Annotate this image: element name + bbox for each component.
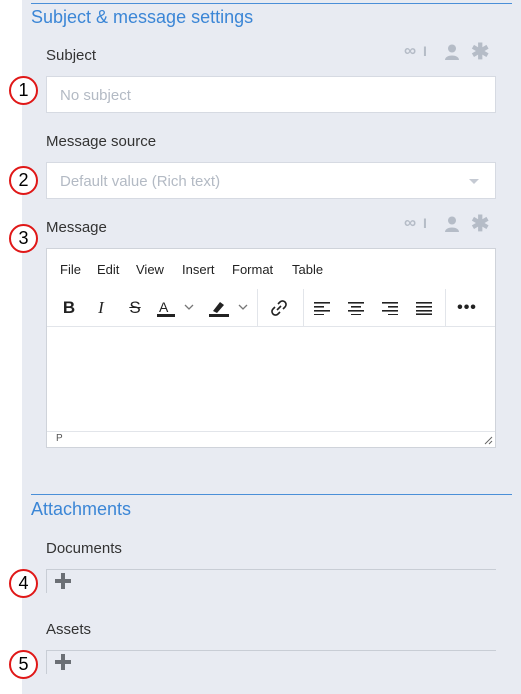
align-right-icon[interactable] [377, 289, 403, 326]
asterisk-icon[interactable]: ✱ [471, 211, 489, 237]
assets-list [46, 650, 496, 674]
text-color-icon: A [157, 299, 194, 317]
callout-marker: 2 [9, 166, 38, 195]
toolbar-divider [445, 289, 446, 326]
rich-text-editor: File Edit View Insert Format Table B I S… [46, 248, 496, 448]
align-justify-glyph [416, 301, 432, 315]
align-center-glyph [348, 301, 364, 315]
documents-label: Documents [46, 540, 122, 557]
subject-label: Subject [46, 47, 97, 64]
link-variable-icon[interactable]: ∞ [404, 213, 416, 233]
italic-icon[interactable]: I [87, 289, 115, 326]
menu-file[interactable]: File [60, 262, 81, 277]
callout-marker: 3 [9, 224, 38, 253]
strikethrough-icon[interactable]: S [121, 289, 149, 326]
callout-marker: 4 [9, 569, 38, 598]
align-center-icon[interactable] [343, 289, 369, 326]
callout-marker: 1 [9, 76, 38, 105]
resize-handle-icon[interactable] [484, 436, 493, 445]
subject-input[interactable]: No subject [46, 76, 496, 113]
chevron-down-icon[interactable] [469, 179, 479, 184]
align-left-glyph [314, 301, 330, 315]
person-icon[interactable] [445, 216, 459, 232]
toolbar-divider [303, 289, 304, 326]
message-source-label: Message source [46, 133, 157, 150]
toolbar-divider [257, 289, 258, 326]
menu-table[interactable]: Table [292, 262, 323, 277]
link-icon-glyph [271, 299, 287, 316]
editor-toolbar: B I S A ••• [47, 289, 495, 327]
callout-marker: 5 [9, 650, 38, 679]
link-icon[interactable] [265, 289, 293, 326]
more-options-icon[interactable]: ••• [453, 289, 481, 326]
person-icon[interactable] [445, 44, 459, 60]
add-document-plus-icon[interactable] [55, 573, 71, 589]
highlight-icon [209, 301, 248, 317]
text-color-button[interactable]: A [155, 289, 203, 326]
message-source-value: Default value (Rich text) [60, 173, 221, 190]
section-title-subject-message: Subject & message settings [31, 7, 254, 27]
message-source-select[interactable]: Default value (Rich text) [46, 162, 496, 199]
message-label: Message [46, 219, 107, 236]
element-path[interactable]: P [56, 433, 63, 444]
align-justify-icon[interactable] [411, 289, 437, 326]
highlight-color-button[interactable] [207, 289, 255, 326]
add-asset-plus-icon[interactable] [55, 654, 71, 670]
asterisk-icon[interactable]: ✱ [471, 39, 489, 65]
message-field-icons: ∞ I ✱ [404, 211, 490, 236]
bold-icon[interactable]: B [55, 289, 83, 326]
subject-field-icons: ∞ I ✱ [404, 39, 490, 64]
assets-label: Assets [46, 621, 92, 638]
section-divider [31, 3, 512, 4]
svg-text:A: A [159, 299, 169, 315]
text-cursor-icon: I [423, 43, 427, 59]
menu-format[interactable]: Format [232, 262, 273, 277]
editor-menubar: File Edit View Insert Format Table [47, 249, 495, 289]
text-cursor-icon: I [423, 215, 427, 231]
message-editor-body[interactable] [47, 328, 495, 431]
link-variable-icon[interactable]: ∞ [404, 41, 416, 61]
editor-statusbar: P [47, 431, 495, 447]
align-left-icon[interactable] [309, 289, 335, 326]
menu-edit[interactable]: Edit [97, 262, 119, 277]
menu-insert[interactable]: Insert [182, 262, 215, 277]
section-divider [31, 494, 512, 495]
menu-view[interactable]: View [136, 262, 164, 277]
align-right-glyph [382, 301, 398, 315]
section-title-attachments: Attachments [31, 499, 132, 519]
documents-list [46, 569, 496, 593]
